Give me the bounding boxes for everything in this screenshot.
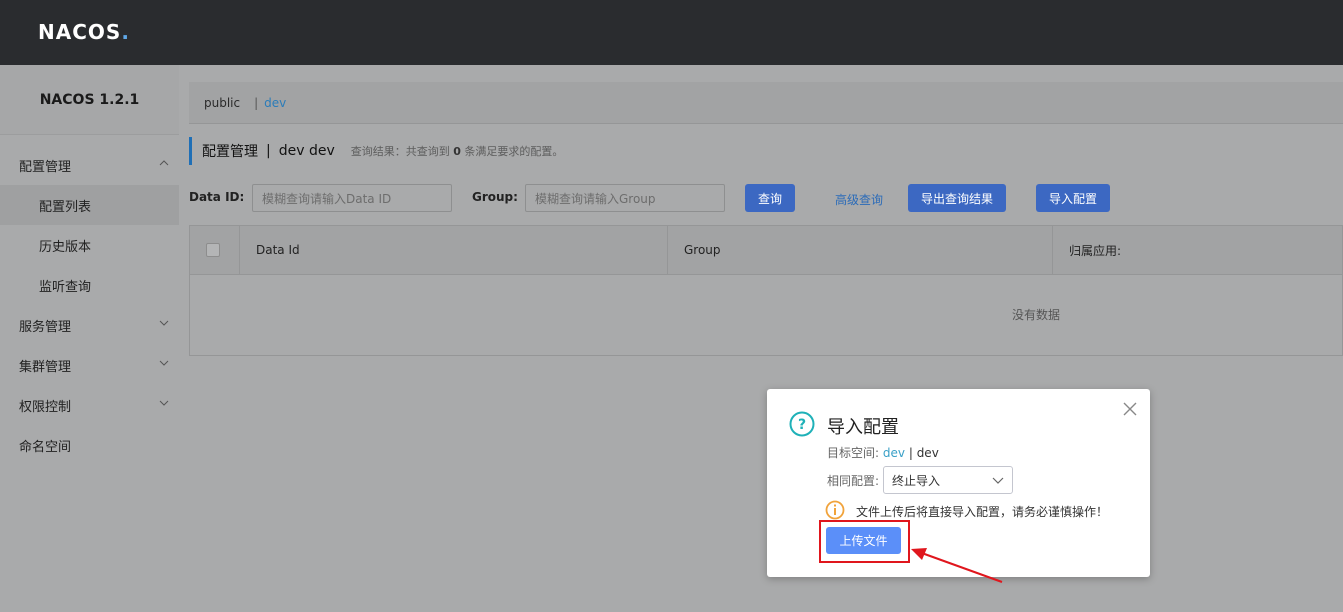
namespace-separator: | [254, 95, 259, 110]
same-config-label: 相同配置: [827, 474, 880, 488]
dataid-placeholder: 模糊查询请输入Data ID [262, 191, 392, 206]
query-result-count: 0 [453, 145, 461, 158]
column-header-app[interactable]: 归属应用: [1053, 226, 1343, 274]
column-header-group[interactable]: Group [668, 226, 1053, 274]
group-label: Group: [472, 190, 518, 204]
svg-text:?: ? [798, 417, 806, 433]
export-results-button[interactable]: 导出查询结果 [908, 184, 1006, 212]
red-arrow-icon [911, 548, 1003, 583]
select-all-checkbox[interactable] [206, 243, 220, 257]
same-config-select[interactable]: 终止导入 [883, 466, 1013, 494]
target-separator: | [908, 446, 913, 460]
query-result-text: 查询结果：共查询到 0 条满足要求的配置。 [351, 143, 564, 159]
query-result-prefix: 查询结果：共查询到 [350, 145, 450, 158]
main-content: public | dev 配置管理 | dev dev 查询结果：共查询到 0 … [179, 65, 1343, 612]
page-title-namespace: dev dev [278, 143, 335, 159]
sidebar-item-cluster-management[interactable]: 集群管理 [0, 345, 179, 385]
table-header: Data Id Group 归属应用: [190, 226, 1342, 275]
sidebar-item-namespace[interactable]: 命名空间 [0, 425, 179, 465]
sidebar-item-label: 历史版本 [39, 239, 92, 255]
sidebar-item-label: 权限控制 [19, 399, 72, 415]
page-title-text: 配置管理 [202, 144, 258, 160]
import-config-button[interactable]: 导入配置 [1036, 184, 1110, 212]
dataid-label: Data ID: [189, 190, 245, 204]
sidebar-item-label: 配置列表 [39, 199, 92, 215]
sidebar-item-label: 监听查询 [39, 279, 92, 295]
sidebar-item-label: 命名空间 [19, 439, 72, 455]
warning-icon [825, 500, 845, 520]
empty-text: 没有数据 [1011, 308, 1060, 322]
top-bar: NACOS. [0, 0, 1343, 65]
config-table: Data Id Group 归属应用: 没有数据 [189, 225, 1343, 356]
logo-dot: . [121, 20, 130, 44]
same-config-value: 终止导入 [892, 473, 941, 488]
sidebar-item-label: 配置管理 [19, 159, 72, 175]
namespace-bar: public | dev [189, 82, 1343, 124]
question-icon: ? [789, 411, 815, 437]
advanced-query-link[interactable]: 高级查询 [835, 191, 883, 208]
group-input[interactable]: 模糊查询请输入Group [525, 184, 725, 212]
chevron-down-icon [159, 360, 169, 366]
sidebar-item-service-management[interactable]: 服务管理 [0, 305, 179, 345]
search-row: Data ID: 模糊查询请输入Data ID Group: 模糊查询请输入Gr… [189, 184, 1343, 212]
sidebar-item-permission-control[interactable]: 权限控制 [0, 385, 179, 425]
nacos-logo[interactable]: NACOS. [38, 19, 130, 45]
sidebar-item-config-management[interactable]: 配置管理 [0, 145, 179, 185]
dialog-title: 导入配置 [827, 417, 899, 438]
chevron-up-icon [159, 160, 169, 166]
target-namespace-name: dev [882, 446, 905, 460]
sidebar-item-label: 服务管理 [19, 319, 72, 335]
version-label: NACOS 1.2.1 [0, 65, 179, 135]
target-namespace-id: dev [916, 446, 939, 460]
page-title: 配置管理 | dev dev 查询结果：共查询到 0 条满足要求的配置。 [189, 137, 563, 165]
select-all-cell [190, 226, 240, 274]
target-namespace-row: 目标空间: dev | dev [827, 444, 939, 461]
namespace-public[interactable]: public [204, 96, 240, 110]
query-result-suffix: 条满足要求的配置。 [464, 145, 564, 158]
sidebar-item-history[interactable]: 历史版本 [0, 225, 179, 265]
sidebar-item-config-list[interactable]: 配置列表 [0, 185, 179, 225]
chevron-down-icon [159, 400, 169, 406]
target-label: 目标空间: [827, 446, 880, 460]
dataid-input[interactable]: 模糊查询请输入Data ID [252, 184, 452, 212]
warning-text: 文件上传后将直接导入配置，请务必谨慎操作！ [856, 505, 1109, 519]
group-placeholder: 模糊查询请输入Group [535, 191, 656, 206]
close-icon[interactable] [1122, 401, 1138, 417]
sidebar-item-label: 集群管理 [19, 359, 72, 375]
column-header-dataid[interactable]: Data Id [240, 226, 668, 274]
highlight-box [819, 520, 910, 563]
chevron-down-icon [159, 320, 169, 326]
namespace-dev[interactable]: dev [264, 96, 286, 110]
sidebar: NACOS 1.2.1 配置管理 配置列表 历史版本 监听查询 服务管理 集群管… [0, 65, 179, 612]
sidebar-item-listener-query[interactable]: 监听查询 [0, 265, 179, 305]
chevron-down-icon [992, 477, 1004, 484]
page-title-separator: | [266, 143, 271, 159]
logo-text: NACOS [38, 20, 122, 44]
query-button[interactable]: 查询 [745, 184, 795, 212]
